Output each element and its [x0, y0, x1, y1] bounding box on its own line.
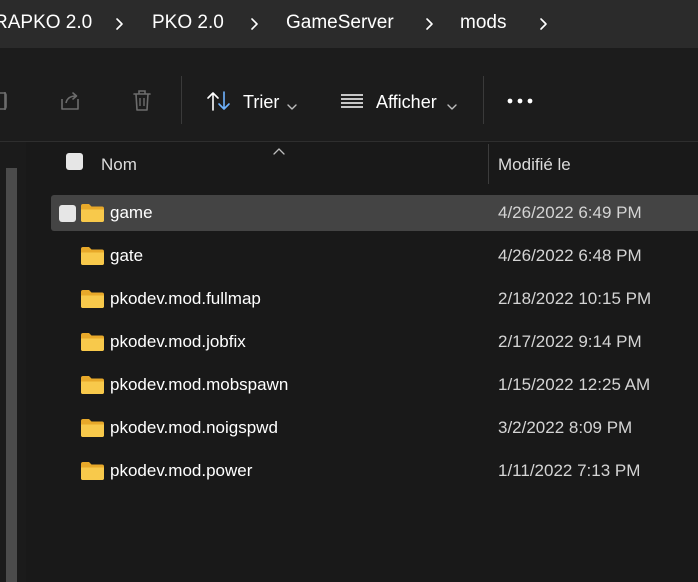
- rename-icon[interactable]: [0, 90, 12, 112]
- file-name: pkodev.mod.noigspwd: [110, 418, 278, 437]
- chevron-down-icon[interactable]: [286, 98, 298, 116]
- delete-icon[interactable]: [131, 88, 153, 114]
- list-item[interactable]: pkodev.mod.power 1/11/2022 7:13 PM: [51, 453, 698, 489]
- chevron-right-icon[interactable]: [535, 14, 553, 34]
- select-all-checkbox[interactable]: [66, 153, 83, 170]
- list-item[interactable]: pkodev.mod.mobspawn 1/15/2022 12:25 AM: [51, 367, 698, 403]
- chevron-right-icon[interactable]: [246, 14, 264, 34]
- chevron-right-icon[interactable]: [421, 14, 439, 34]
- sort-button-label[interactable]: Trier: [243, 92, 279, 113]
- file-modified-date: 2/18/2022 10:15 PM: [498, 289, 652, 308]
- chevron-right-icon[interactable]: [111, 14, 129, 34]
- file-name: pkodev.mod.jobfix: [110, 332, 246, 351]
- file-modified-date: 1/15/2022 12:25 AM: [498, 375, 651, 394]
- folder-icon: [80, 289, 105, 309]
- toolbar-separator: [483, 76, 484, 124]
- file-name: gate: [110, 246, 144, 265]
- list-item[interactable]: pkodev.mod.fullmap 2/18/2022 10:15 PM: [51, 281, 698, 317]
- more-icon[interactable]: [507, 98, 533, 104]
- file-modified-date: 3/2/2022 8:09 PM: [498, 418, 633, 437]
- file-name: game: [110, 203, 153, 222]
- navigation-scrollbar[interactable]: [6, 168, 17, 582]
- chevron-down-icon[interactable]: [446, 98, 458, 116]
- file-name: pkodev.mod.mobspawn: [110, 375, 289, 394]
- row-checkbox[interactable]: [59, 205, 76, 222]
- breadcrumb-item-pko[interactable]: PKO 2.0: [152, 12, 224, 34]
- file-modified-date: 4/26/2022 6:49 PM: [498, 203, 642, 222]
- folder-icon: [80, 375, 105, 395]
- toolbar-separator: [181, 76, 182, 124]
- view-list-icon[interactable]: [340, 93, 364, 109]
- file-modified-date: 4/26/2022 6:48 PM: [498, 246, 642, 265]
- breadcrumb-item-gameserver[interactable]: GameServer: [286, 12, 394, 34]
- breadcrumb-item-mods[interactable]: mods: [460, 12, 506, 34]
- file-modified-date: 1/11/2022 7:13 PM: [498, 461, 641, 480]
- column-header-modified[interactable]: Modifié le: [498, 155, 571, 175]
- sort-ascending-icon: [272, 143, 286, 161]
- file-name: pkodev.mod.power: [110, 461, 253, 480]
- view-button-label[interactable]: Afficher: [376, 92, 437, 113]
- list-item[interactable]: pkodev.mod.jobfix 2/17/2022 9:14 PM: [51, 324, 698, 360]
- breadcrumb-item-rapko[interactable]: RAPKO 2.0: [0, 12, 92, 34]
- column-divider[interactable]: [488, 144, 489, 184]
- folder-icon: [80, 246, 105, 266]
- column-header-name[interactable]: Nom: [101, 155, 137, 175]
- folder-icon: [80, 332, 105, 352]
- sort-icon[interactable]: [206, 90, 232, 112]
- file-name: pkodev.mod.fullmap: [110, 289, 261, 308]
- share-icon[interactable]: [58, 89, 82, 113]
- folder-icon: [80, 203, 105, 223]
- address-bar: RAPKO 2.0 PKO 2.0 GameServer mods: [0, 0, 698, 48]
- list-item[interactable]: pkodev.mod.noigspwd 3/2/2022 8:09 PM: [51, 410, 698, 446]
- list-item[interactable]: game 4/26/2022 6:49 PM: [51, 195, 698, 231]
- command-bar: Trier Afficher: [0, 48, 698, 142]
- folder-icon: [80, 461, 105, 481]
- folder-icon: [80, 418, 105, 438]
- file-modified-date: 2/17/2022 9:14 PM: [498, 332, 642, 351]
- list-item[interactable]: gate 4/26/2022 6:48 PM: [51, 238, 698, 274]
